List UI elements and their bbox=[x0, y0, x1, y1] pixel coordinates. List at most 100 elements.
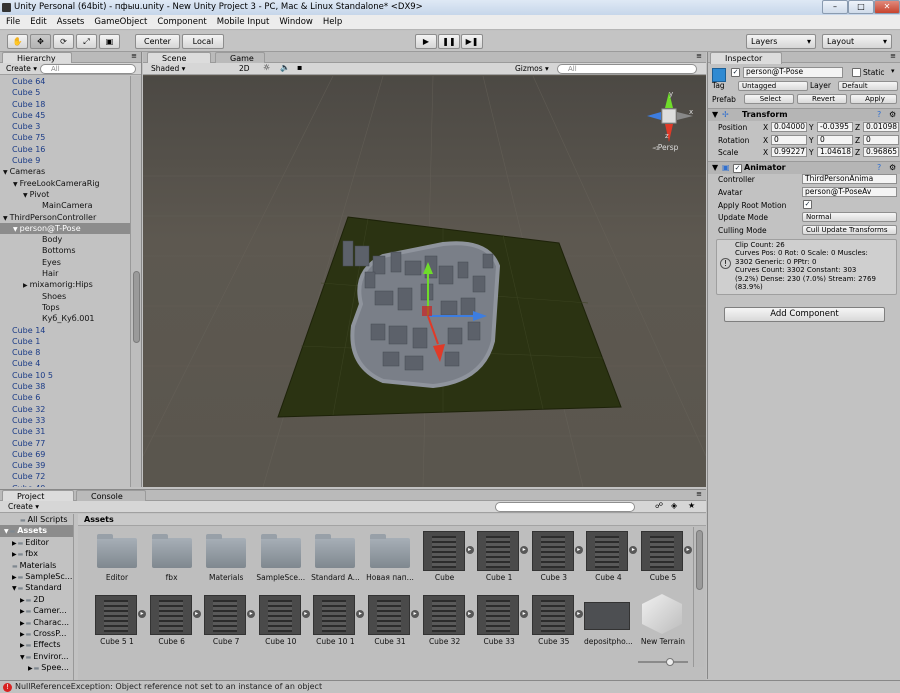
asset-item[interactable]: ▸ Cube 10 bbox=[254, 592, 310, 652]
controller-field[interactable]: ThirdPersonAnima bbox=[802, 174, 897, 184]
project-tree-item[interactable]: ▶▬ SampleSc... bbox=[0, 571, 73, 582]
hierarchy-item[interactable]: Cube 40 bbox=[0, 483, 131, 487]
asset-item[interactable]: ▸ Cube 35 bbox=[527, 592, 583, 652]
collapse-arrow-icon[interactable]: ▶ bbox=[12, 551, 17, 558]
menu-item-assets[interactable]: Assets bbox=[57, 17, 85, 27]
transform-component-header[interactable]: ▼ ✢ Transform ? ⚙ bbox=[708, 108, 900, 121]
add-component-button[interactable]: Add Component bbox=[724, 307, 885, 322]
rotate-tool-button[interactable]: ⟳ bbox=[53, 34, 74, 49]
asset-item[interactable]: ▸ Cube 5 1 bbox=[90, 592, 146, 652]
asset-item[interactable]: ▸ Cube 32 bbox=[418, 592, 474, 652]
asset-item[interactable]: ▸ Cube 1 bbox=[472, 528, 529, 588]
hierarchy-item[interactable]: Cube 14 bbox=[0, 325, 131, 336]
expand-arrow-icon[interactable]: ▼ bbox=[13, 181, 18, 188]
position-x-field[interactable]: 0.04000 bbox=[771, 122, 807, 132]
space-local-button[interactable]: Local bbox=[182, 34, 224, 49]
orientation-gizmo[interactable]: y x z bbox=[641, 88, 697, 144]
hierarchy-item[interactable]: Cube 33 bbox=[0, 415, 131, 426]
minimize-button[interactable]: – bbox=[822, 0, 848, 14]
hierarchy-item[interactable]: ▼ person@T-Pose bbox=[0, 222, 131, 235]
icon-size-slider[interactable] bbox=[638, 658, 688, 666]
foldout-arrow-icon[interactable]: ▼ bbox=[712, 109, 718, 121]
collapse-arrow-icon[interactable]: ▶ bbox=[23, 282, 28, 289]
avatar-field[interactable]: person@T-PoseAv bbox=[802, 187, 897, 197]
asset-item[interactable]: ▸ Cube bbox=[418, 528, 474, 588]
maximize-button[interactable]: □ bbox=[848, 0, 874, 14]
layers-dropdown[interactable]: Layers ▾ bbox=[746, 34, 816, 49]
asset-item[interactable]: Новая пап... bbox=[363, 528, 417, 588]
hierarchy-item[interactable]: Cube 6 bbox=[0, 392, 131, 403]
panel-menu-icon[interactable]: ≡ bbox=[696, 490, 702, 498]
create-dropdown[interactable]: Create ▾ bbox=[8, 502, 39, 511]
scale-tool-button[interactable]: ⤢ bbox=[76, 34, 97, 49]
hierarchy-item[interactable]: Body bbox=[0, 234, 131, 245]
expand-arrow-icon[interactable]: ▼ bbox=[3, 215, 8, 222]
assets-breadcrumb[interactable]: Assets bbox=[78, 514, 706, 526]
hierarchy-item[interactable]: Cube 69 bbox=[0, 449, 131, 460]
hierarchy-item[interactable]: Cube 39 bbox=[0, 460, 131, 471]
asset-item[interactable]: ▸ Cube 31 bbox=[363, 592, 419, 652]
apply-root-motion-checkbox[interactable]: ✓ bbox=[803, 200, 812, 209]
gizmos-dropdown[interactable]: Gizmos ▾ bbox=[515, 64, 549, 73]
axis-z-label[interactable]: Z bbox=[855, 136, 860, 145]
collapse-arrow-icon[interactable]: ▶ bbox=[12, 540, 17, 547]
asset-item[interactable]: depositpho... bbox=[581, 592, 635, 652]
hierarchy-item[interactable]: Cube 9 bbox=[0, 155, 131, 166]
hierarchy-item[interactable]: ▼ ThirdPersonController bbox=[0, 212, 131, 223]
hierarchy-item[interactable]: Cube 75 bbox=[0, 132, 131, 143]
collapse-arrow-icon[interactable]: ▶ bbox=[28, 665, 33, 672]
audio-icon[interactable]: 🔈 bbox=[280, 63, 290, 72]
axis-x-label[interactable]: X bbox=[763, 148, 768, 157]
project-tree-item[interactable]: ▶▬ Camer... bbox=[0, 605, 73, 616]
animator-component-header[interactable]: ▼ ▣ ✓ Animator ? ⚙ bbox=[708, 161, 900, 174]
project-tree-item[interactable]: ▼▬ Enviror... bbox=[0, 651, 73, 662]
prefab-apply-button[interactable]: Apply bbox=[850, 94, 897, 104]
lighting-icon[interactable]: ☼ bbox=[263, 63, 270, 72]
collapse-arrow-icon[interactable]: ▶ bbox=[20, 620, 25, 627]
collapse-arrow-icon[interactable]: ▶ bbox=[20, 597, 25, 604]
menu-item-window[interactable]: Window bbox=[279, 17, 313, 27]
hierarchy-item[interactable]: Cube 31 bbox=[0, 426, 131, 437]
scrollbar-thumb[interactable] bbox=[133, 271, 140, 343]
play-button[interactable]: ▶ bbox=[415, 34, 437, 49]
rotation-z-field[interactable]: 0 bbox=[863, 134, 899, 145]
hierarchy-item[interactable]: Shoes bbox=[0, 291, 131, 302]
asset-item[interactable]: ▸ Cube 5 bbox=[636, 528, 692, 588]
rect-tool-button[interactable]: ▣ bbox=[99, 34, 120, 49]
hierarchy-scrollbar[interactable] bbox=[130, 76, 141, 487]
hierarchy-item[interactable]: ▼ Cameras bbox=[0, 166, 131, 177]
update-mode-dropdown[interactable]: Normal bbox=[802, 212, 897, 222]
active-checkbox[interactable]: ✓ bbox=[731, 68, 740, 77]
axis-z-label[interactable]: Z bbox=[855, 148, 860, 157]
hierarchy-item[interactable]: Cube 5 bbox=[0, 87, 131, 98]
scrollbar-thumb[interactable] bbox=[696, 530, 703, 590]
expand-arrow-icon[interactable]: ▼ bbox=[3, 169, 8, 176]
favorites-star-icon[interactable]: ★ bbox=[688, 501, 695, 510]
collapse-arrow-icon[interactable]: ▶ bbox=[20, 608, 25, 615]
animator-enabled-checkbox[interactable]: ✓ bbox=[733, 164, 742, 173]
asset-item[interactable]: Materials bbox=[199, 528, 253, 588]
scene-viewport[interactable]: y x z ◅Persp bbox=[143, 76, 706, 487]
hierarchy-item[interactable]: Tops bbox=[0, 302, 131, 313]
hierarchy-item[interactable]: Cube 32 bbox=[0, 404, 131, 415]
panel-menu-icon[interactable]: ≡ bbox=[131, 52, 137, 60]
axis-x-label[interactable]: X bbox=[763, 123, 768, 132]
close-button[interactable]: ✕ bbox=[874, 0, 900, 14]
collapse-arrow-icon[interactable]: ▶ bbox=[20, 642, 25, 649]
menu-item-gameobject[interactable]: GameObject bbox=[94, 17, 147, 27]
collapse-arrow-icon[interactable]: ▶ bbox=[20, 631, 25, 638]
hierarchy-item[interactable]: ▼ FreeLookCameraRig bbox=[0, 178, 131, 189]
pivot-center-button[interactable]: Center bbox=[135, 34, 180, 49]
position-y-field[interactable]: -0.0395 bbox=[817, 122, 853, 132]
slider-knob[interactable] bbox=[666, 658, 674, 666]
prefab-revert-button[interactable]: Revert bbox=[797, 94, 847, 104]
step-button[interactable]: ▶❚ bbox=[461, 34, 483, 49]
menu-item-component[interactable]: Component bbox=[157, 17, 206, 27]
menu-item-file[interactable]: File bbox=[6, 17, 20, 27]
asset-item[interactable]: ▸ Cube 3 bbox=[527, 528, 583, 588]
rotation-y-field[interactable]: 0 bbox=[817, 134, 853, 145]
menu-item-help[interactable]: Help bbox=[323, 17, 342, 27]
hierarchy-item[interactable]: MainCamera bbox=[0, 200, 131, 211]
asset-item[interactable]: fbx bbox=[145, 528, 199, 588]
asset-item[interactable]: ▸ Cube 33 bbox=[472, 592, 529, 652]
